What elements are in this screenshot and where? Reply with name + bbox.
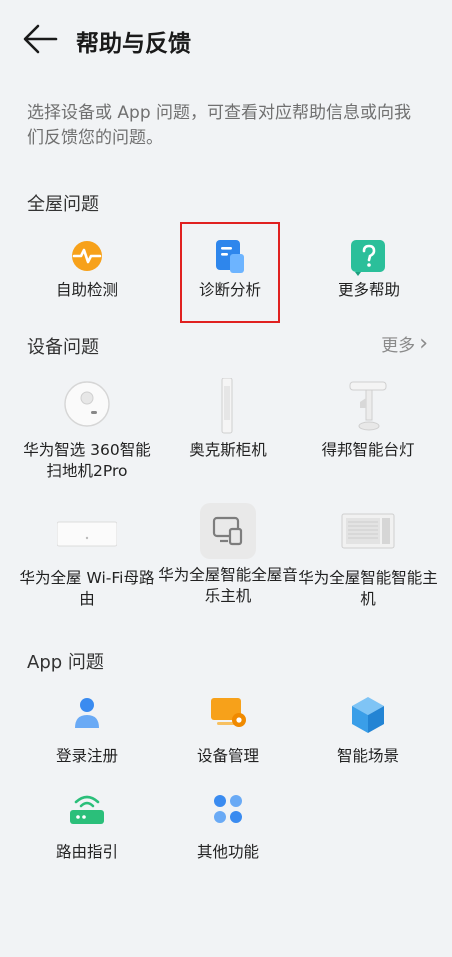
more-label: 更多 [381, 336, 416, 356]
device-music-host[interactable]: 华为全屋智能全屋音乐主机 [158, 503, 298, 607]
more-devices-link[interactable]: 更多 › [381, 331, 428, 357]
device-label: 得邦智能台灯 [321, 441, 415, 459]
device-label: 华为全屋智能全屋音乐主机 [158, 566, 298, 605]
section-title-devices: 设备问题 [27, 337, 99, 358]
page-title: 帮助与反馈 [76, 31, 191, 57]
app-item-other-functions[interactable]: 其他功能 [158, 792, 298, 863]
device-label: 华为全屋智能智能主机 [298, 569, 438, 608]
section-title-whole-house: 全屋问题 [27, 194, 99, 215]
smart-scene-icon [346, 696, 390, 740]
device-desk-lamp[interactable]: 得邦智能台灯 [298, 378, 438, 461]
smart-host-icon [338, 508, 398, 562]
floor-ac-icon [198, 377, 258, 434]
device-label: 华为全屋 Wi-Fi母路由 [19, 569, 155, 608]
app-item-router-guide[interactable]: 路由指引 [17, 792, 157, 863]
highlight-frame [180, 222, 280, 323]
device-smart-host[interactable]: 华为全屋智能智能主机 [298, 508, 438, 610]
app-item-label: 设备管理 [196, 747, 259, 765]
desk-lamp-icon [338, 378, 398, 434]
device-label: 华为智选 360智能扫地机2Pro [23, 441, 151, 480]
chevron-right-icon: › [419, 331, 428, 356]
app-item-label: 智能场景 [336, 747, 399, 765]
app-item-label: 其他功能 [196, 843, 259, 861]
item-self-check[interactable]: 自助检测 [17, 240, 157, 301]
other-functions-icon [206, 792, 250, 836]
device-robot-vacuum[interactable]: 华为智选 360智能扫地机2Pro [17, 378, 157, 482]
app-item-label: 登录注册 [55, 747, 118, 765]
wifi-router-panel-icon [56, 508, 118, 562]
item-more-help[interactable]: 更多帮助 [299, 240, 439, 301]
app-item-smart-scene[interactable]: 智能场景 [298, 696, 438, 767]
router-guide-icon [65, 792, 109, 836]
app-item-login[interactable]: 登录注册 [17, 696, 157, 767]
health-check-icon [65, 240, 109, 284]
device-wifi-router[interactable]: 华为全屋 Wi-Fi母路由 [17, 508, 157, 610]
section-title-app: App 问题 [27, 652, 104, 673]
device-management-icon [206, 696, 250, 740]
header: 帮助与反馈 [0, 0, 452, 80]
arrow-left-icon[interactable] [22, 22, 58, 56]
description-text: 选择设备或 App 问题，可查看对应帮助信息或向我们反馈您的问题。 [27, 103, 412, 148]
app-item-label: 路由指引 [55, 843, 118, 861]
device-label: 奥克斯柜机 [189, 441, 267, 459]
music-host-icon [200, 503, 256, 559]
robot-vacuum-icon [57, 378, 117, 434]
device-floor-ac[interactable]: 奥克斯柜机 [158, 377, 298, 461]
app-item-device-management[interactable]: 设备管理 [158, 696, 298, 767]
help-question-icon [347, 240, 391, 284]
user-login-icon [65, 696, 109, 740]
